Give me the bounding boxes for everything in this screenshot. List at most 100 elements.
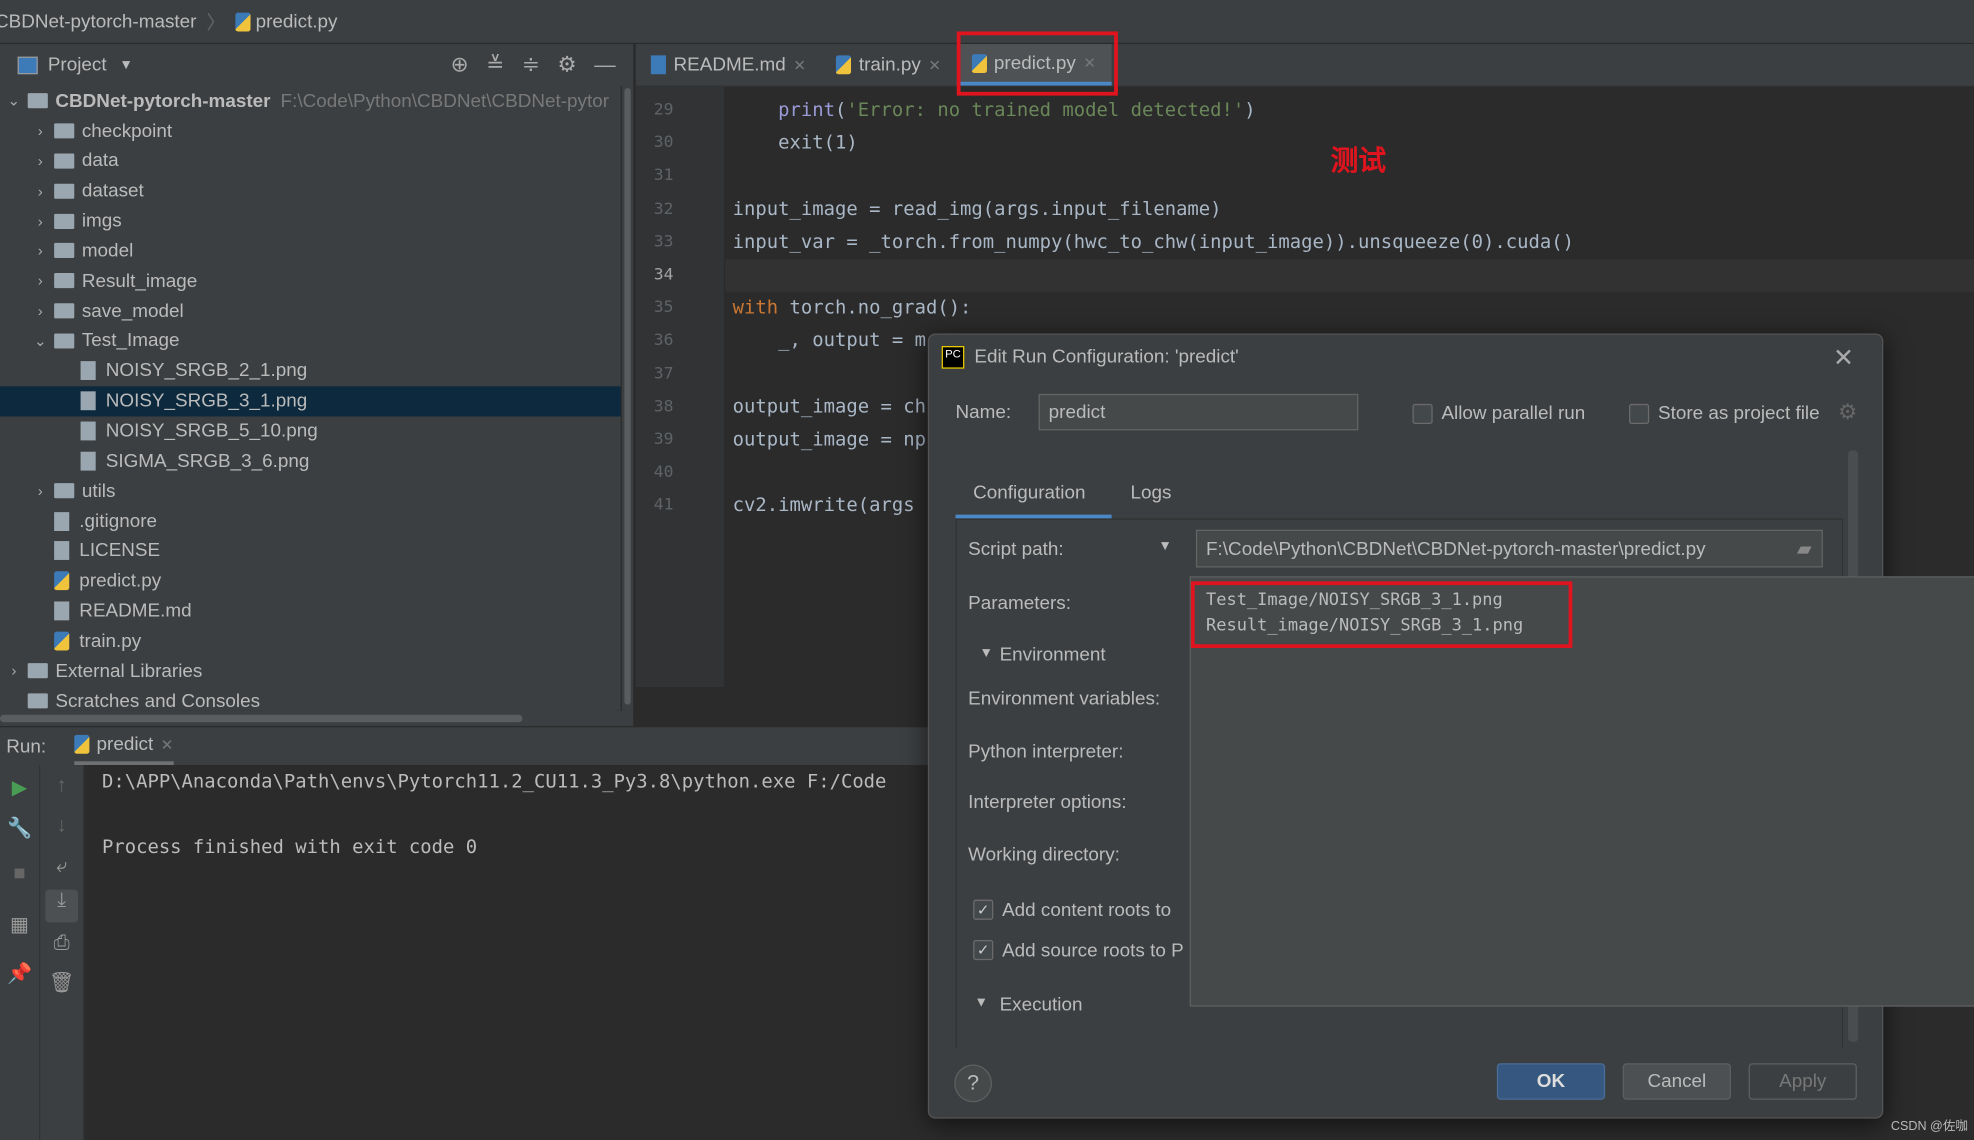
add-source-roots-checkbox[interactable]: ✓ <box>973 939 994 961</box>
chevron-icon[interactable]: › <box>31 482 49 500</box>
project-panel-header: Project ▼ ⊕≚≑⚙— <box>0 44 634 87</box>
tree-item[interactable]: train.py <box>0 626 621 656</box>
collapse-triangle-icon[interactable]: ▼ <box>974 995 988 1010</box>
chevron-icon[interactable]: ⌄ <box>31 332 49 350</box>
tab-configuration[interactable]: Configuration <box>973 482 1085 503</box>
tree-item[interactable]: › model <box>0 236 621 266</box>
tree-item[interactable]: NOISY_SRGB_3_1.png <box>0 385 621 417</box>
collapse-all-icon[interactable]: ≑ <box>522 52 558 76</box>
close-icon[interactable]: ✕ <box>1833 342 1854 373</box>
layout-icon[interactable]: ▦ <box>0 912 39 937</box>
allow-parallel-checkbox[interactable] <box>1412 403 1433 425</box>
folder-icon <box>54 273 75 289</box>
gear-icon[interactable]: ⚙ <box>1838 400 1857 425</box>
run-tab-predict[interactable]: predict ✕ <box>73 727 174 766</box>
help-button[interactable]: ? <box>954 1064 993 1103</box>
apply-button[interactable]: Apply <box>1748 1063 1857 1100</box>
pin-icon[interactable]: 📌 <box>0 961 39 986</box>
rerun-icon[interactable]: ▶ <box>0 775 39 800</box>
chevron-down-icon[interactable]: ⌄ <box>5 92 23 110</box>
folder-icon <box>54 213 75 229</box>
close-icon[interactable]: ✕ <box>793 56 806 74</box>
chevron-icon[interactable]: › <box>31 242 49 260</box>
chevron-icon[interactable]: › <box>31 182 49 200</box>
tab-train[interactable]: train.py ✕ <box>821 44 956 86</box>
tree-item[interactable]: ⌄ Test_Image <box>0 326 621 356</box>
add-content-roots-checkbox[interactable]: ✓ <box>973 899 994 920</box>
locate-icon[interactable]: ⊕ <box>451 52 487 76</box>
tree-scrollbar[interactable] <box>621 85 634 711</box>
tree-item[interactable]: README.md <box>0 596 621 626</box>
tree-item-label: utils <box>81 480 116 502</box>
line-number: 38 <box>653 397 674 417</box>
gear-icon[interactable]: ⚙ <box>557 52 594 76</box>
environment-section[interactable]: Environment <box>1000 644 1106 665</box>
close-icon[interactable]: ✕ <box>928 56 941 74</box>
trash-icon[interactable]: 🗑 <box>40 970 83 995</box>
tree-item[interactable]: NOISY_SRGB_2_1.png <box>0 356 621 386</box>
folder-icon <box>54 183 75 199</box>
project-view-selector[interactable]: Project <box>48 54 107 75</box>
breadcrumb-project[interactable]: CBDNet-pytorch-master <box>0 11 196 32</box>
chevron-icon[interactable]: › <box>31 212 49 230</box>
tree-item[interactable]: › imgs <box>0 206 621 236</box>
tree-item[interactable]: › data <box>0 146 621 176</box>
image-file-icon <box>80 421 96 441</box>
folder-open-icon[interactable]: ▰ <box>1797 537 1812 560</box>
expand-all-icon[interactable]: ≚ <box>486 52 522 76</box>
chevron-icon[interactable]: › <box>5 662 23 680</box>
line-number: 40 <box>653 463 674 483</box>
tree-item[interactable]: NOISY_SRGB_5_10.png <box>0 416 621 446</box>
tree-item[interactable]: › External Libraries <box>0 656 621 686</box>
arrow-up-icon[interactable]: ↑ <box>40 775 83 798</box>
close-icon[interactable]: ✕ <box>161 735 174 753</box>
stop-icon[interactable]: ■ <box>0 863 39 886</box>
soft-wrap-icon[interactable]: ⤶ <box>40 856 83 879</box>
working-dir-label: Working directory: <box>968 844 1120 866</box>
tab-logs[interactable]: Logs <box>1130 482 1171 503</box>
chevron-icon[interactable]: › <box>31 272 49 290</box>
chevron-down-icon[interactable]: ▼ <box>1158 539 1172 554</box>
root-path: F:\Code\Python\CBDNet\CBDNet-pytor <box>280 89 610 112</box>
tree-item[interactable]: LICENSE <box>0 536 621 566</box>
scroll-to-end-icon[interactable]: ⤓ <box>45 889 79 923</box>
print-icon[interactable]: ⎙ <box>40 932 83 955</box>
root-name: CBDNet-pytorch-master <box>55 89 271 112</box>
code-line: input_image = read_img(args.input_filena… <box>732 197 1222 220</box>
dialog-title: Edit Run Configuration: 'predict' <box>974 346 1239 368</box>
line-number: 34 <box>653 265 674 285</box>
tree-item[interactable]: predict.py <box>0 566 621 596</box>
python-file-icon <box>54 631 70 651</box>
folder-icon <box>54 303 75 319</box>
run-label: Run: <box>6 735 47 757</box>
tree-item[interactable]: .gitignore <box>0 506 621 536</box>
tree-item[interactable]: › dataset <box>0 176 621 206</box>
parameters-label: Parameters: <box>968 592 1071 615</box>
tree-item[interactable]: SIGMA_SRGB_3_6.png <box>0 446 621 476</box>
execution-section[interactable]: Execution <box>1000 994 1083 1015</box>
tab-readme[interactable]: README.md ✕ <box>636 44 821 86</box>
chevron-icon[interactable]: › <box>31 122 49 140</box>
wrench-icon[interactable]: 🔧 <box>0 815 39 840</box>
collapse-triangle-icon[interactable]: ▼ <box>979 646 993 661</box>
line-number: 30 <box>653 133 674 153</box>
minimize-icon[interactable]: — <box>594 52 633 76</box>
chevron-icon[interactable]: › <box>31 152 49 170</box>
python-file-icon <box>235 11 251 31</box>
chevron-icon[interactable]: › <box>31 302 49 320</box>
arrow-down-icon[interactable]: ↓ <box>40 815 83 838</box>
tree-horizontal-scrollbar[interactable] <box>0 710 634 727</box>
chevron-down-icon[interactable]: ▼ <box>119 57 133 72</box>
tree-item[interactable]: › utils <box>0 476 621 506</box>
name-input[interactable]: predict <box>1038 393 1359 431</box>
store-project-checkbox[interactable] <box>1629 403 1650 425</box>
breadcrumb-file[interactable]: predict.py <box>256 11 338 32</box>
tree-item[interactable]: › save_model <box>0 296 621 326</box>
tree-item[interactable]: › checkpoint <box>0 116 621 146</box>
tree-root[interactable]: ⌄ CBDNet-pytorch-master F:\Code\Python\CBD… <box>0 86 621 116</box>
tree-item[interactable]: › Result_image <box>0 266 621 296</box>
cancel-button[interactable]: Cancel <box>1622 1063 1731 1100</box>
ok-button[interactable]: OK <box>1496 1063 1606 1100</box>
code-line: exit(1) <box>732 131 858 154</box>
script-path-input[interactable]: F:\Code\Python\CBDNet\CBDNet-pytorch-mas… <box>1195 529 1823 568</box>
